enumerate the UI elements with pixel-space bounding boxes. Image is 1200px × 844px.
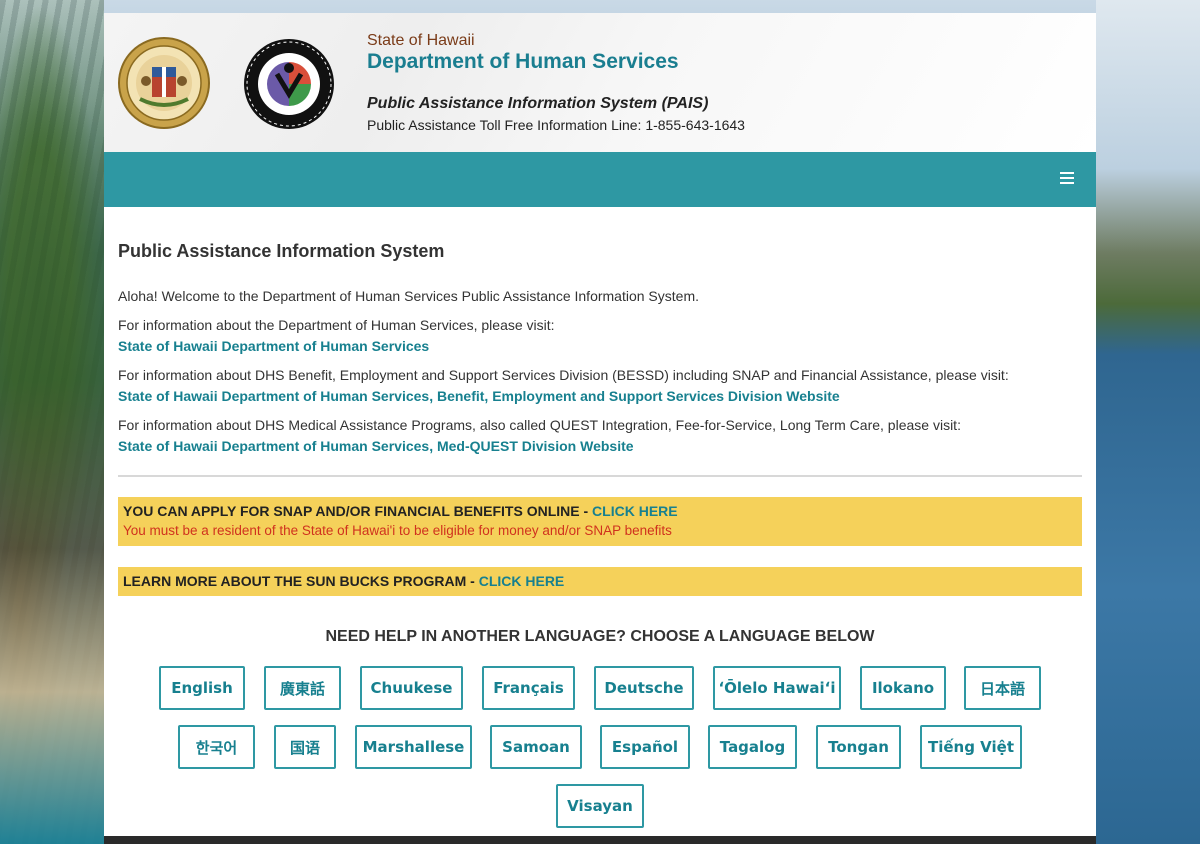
sunbucks-click-here-link[interactable]: CLICK HERE — [479, 573, 565, 589]
page-title: Public Assistance Information System — [118, 241, 445, 261]
language-button-cantonese[interactable]: 廣東話 — [264, 666, 341, 710]
link-medquest[interactable]: State of Hawaii Department of Human Serv… — [118, 438, 634, 454]
site-header: State of Hawaii Department of Human Serv… — [104, 13, 1096, 152]
background-left — [0, 0, 104, 844]
language-button-japanese[interactable]: 日本語 — [964, 666, 1041, 710]
info-medquest-text: For information about DHS Medical Assist… — [118, 417, 961, 433]
state-seal-icon — [118, 37, 210, 129]
language-button-english[interactable]: English — [159, 666, 245, 710]
info-dhs-text: For information about the Department of … — [118, 317, 555, 333]
background-right — [1096, 0, 1200, 844]
language-button-german[interactable]: Deutsche — [594, 666, 694, 710]
header-system-name: Public Assistance Information System (PA… — [367, 95, 709, 112]
language-button-tagalog[interactable]: Tagalog — [708, 725, 797, 769]
footer-strip — [104, 836, 1096, 844]
apply-banner-heading: YOU CAN APPLY FOR SNAP AND/OR FINANCIAL … — [123, 503, 678, 519]
language-button-visayan[interactable]: Visayan — [556, 784, 644, 828]
welcome-text: Aloha! Welcome to the Department of Huma… — [118, 288, 699, 304]
link-bessd[interactable]: State of Hawaii Department of Human Serv… — [118, 388, 840, 404]
header-state: State of Hawaii — [367, 32, 475, 49]
sun-bucks-banner: LEARN MORE ABOUT THE SUN BUCKS PROGRAM -… — [118, 567, 1082, 596]
navigation-bar — [104, 152, 1096, 207]
language-button-spanish[interactable]: Español — [600, 725, 690, 769]
language-button-mandarin[interactable]: 国语 — [274, 725, 336, 769]
sunbucks-banner-heading: LEARN MORE ABOUT THE SUN BUCKS PROGRAM -… — [123, 573, 564, 589]
language-button-samoan[interactable]: Samoan — [490, 725, 582, 769]
hamburger-menu-icon[interactable] — [1060, 172, 1074, 186]
page-container: State of Hawaii Department of Human Serv… — [104, 13, 1096, 844]
language-button-french[interactable]: Français — [482, 666, 575, 710]
sunbucks-banner-text: LEARN MORE ABOUT THE SUN BUCKS PROGRAM - — [123, 573, 479, 589]
link-dhs[interactable]: State of Hawaii Department of Human Serv… — [118, 338, 429, 354]
dhs-logo-icon — [244, 39, 334, 129]
language-button-marshallese[interactable]: Marshallese — [355, 725, 472, 769]
language-button-hawaiian[interactable]: ʻŌlelo Hawaiʻi — [713, 666, 841, 710]
language-button-korean[interactable]: 한국어 — [178, 725, 255, 769]
language-heading: NEED HELP IN ANOTHER LANGUAGE? CHOOSE A … — [325, 628, 875, 645]
header-department: Department of Human Services — [367, 50, 679, 73]
apply-online-banner: YOU CAN APPLY FOR SNAP AND/OR FINANCIAL … — [118, 497, 1082, 546]
residency-warning: You must be a resident of the State of H… — [123, 523, 672, 538]
language-button-chuukese[interactable]: Chuukese — [360, 666, 463, 710]
language-button-tongan[interactable]: Tongan — [816, 725, 901, 769]
apply-banner-text: YOU CAN APPLY FOR SNAP AND/OR FINANCIAL … — [123, 503, 593, 519]
header-toll-free-line: Public Assistance Toll Free Information … — [367, 117, 745, 133]
apply-click-here-link[interactable]: CLICK HERE — [592, 503, 678, 519]
divider — [118, 475, 1082, 477]
info-bessd-text: For information about DHS Benefit, Emplo… — [118, 367, 1009, 383]
language-button-ilokano[interactable]: Ilokano — [860, 666, 946, 710]
language-button-vietnamese[interactable]: Tiếng Việt — [920, 725, 1022, 769]
